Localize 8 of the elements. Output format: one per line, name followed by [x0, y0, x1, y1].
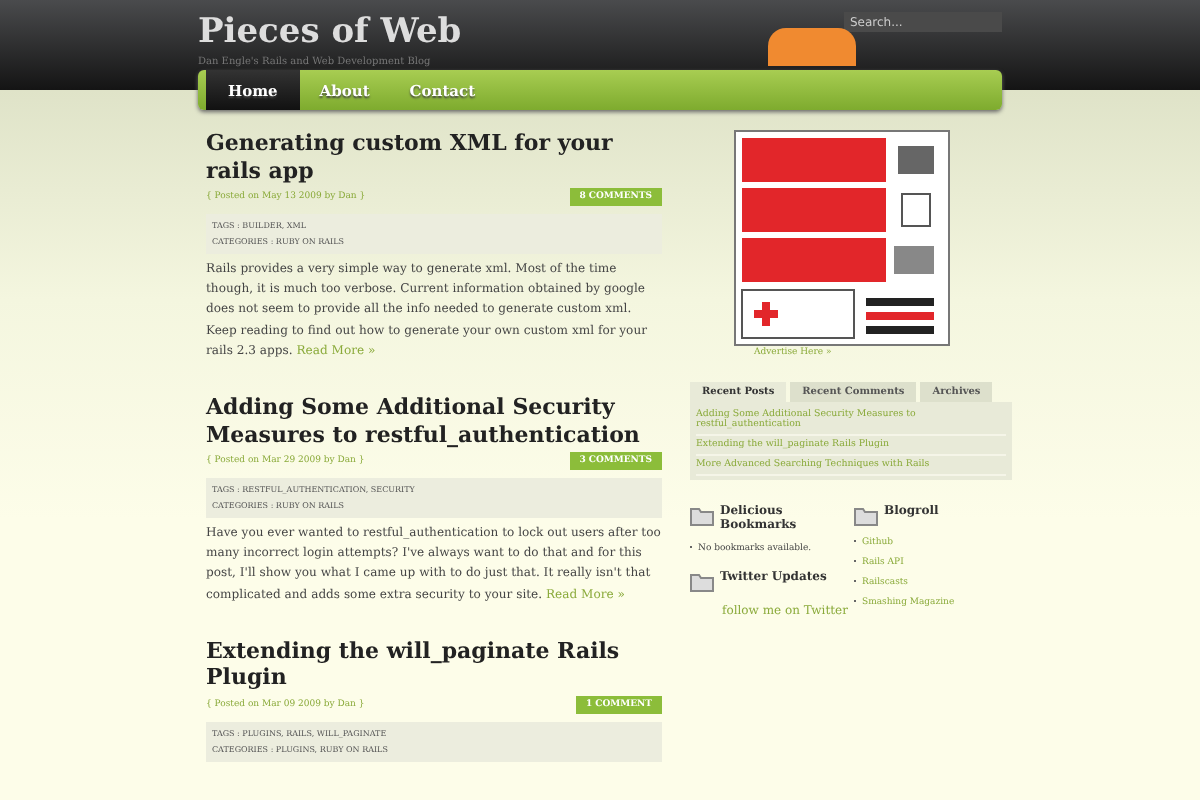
folder-icon — [690, 506, 714, 526]
site-title[interactable]: Pieces of Web — [198, 12, 462, 52]
folder-icon — [690, 572, 714, 592]
post-title[interactable]: Generating custom XML for your rails app — [206, 130, 662, 184]
folder-icon — [854, 506, 878, 526]
post-title[interactable]: Adding Some Additional Security Measures to restful_authentication — [206, 394, 662, 449]
ad-banner-drawing[interactable] — [734, 130, 950, 346]
post-title[interactable]: Extending the will_paginate Rails Plugin — [206, 637, 662, 692]
